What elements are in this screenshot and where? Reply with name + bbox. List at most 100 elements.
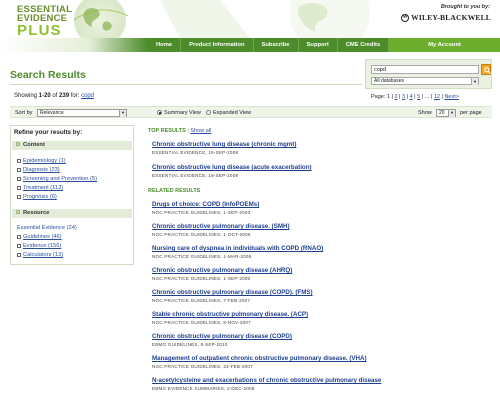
checkbox-icon[interactable] [17,177,21,181]
sort-select[interactable]: Relevance ▼ [37,109,127,117]
pager-page-5[interactable]: 5 [417,94,420,100]
pager-next[interactable]: Next> [444,94,459,100]
result-title-link[interactable]: Drugs of choice: COPD (InfoPOEMs) [152,201,492,208]
refine-title: Refine your results by: [14,129,83,136]
result-title-link[interactable]: Chronic obstructive pulmonary disease (A… [152,267,492,274]
facet-heading-content-label: Content [23,142,45,148]
facet-treatment[interactable]: Treatment (113) [17,185,63,192]
result-title-link[interactable]: Chronic obstructive pulmonary disease (C… [152,333,492,340]
result-item: Drugs of choice: COPD (InfoPOEMs) NGC PR… [152,201,492,215]
facet-calculators[interactable]: Calculators (13) [17,252,63,259]
logo-line-3: PLUS [17,22,62,38]
facet-screening-prevention[interactable]: Screening and Prevention (5) [17,176,97,183]
result-item: Chronic obstructive pulmonary disease (C… [152,333,492,347]
checkbox-icon[interactable] [17,159,21,163]
summary-total: 239 [59,93,70,99]
facet-heading-resource[interactable]: Resource [12,209,132,218]
facet-label[interactable]: Epidemiology (1) [23,158,66,164]
facet-heading-content[interactable]: Content [12,141,132,150]
summary-view-radio[interactable] [157,110,162,115]
summary-of: of [50,93,60,99]
related-results-label: RELATED RESULTS [148,188,201,194]
pager-page-3[interactable]: 3 [402,94,405,100]
result-item: Management of outpatient chronic obstruc… [152,355,492,369]
facet-label[interactable]: Essential Evidence (24) [17,225,77,231]
result-title-link[interactable]: Nursing care of dyspnea in individuals w… [152,245,492,252]
checkbox-icon[interactable] [17,195,21,199]
facet-label[interactable]: Prognosis (6) [23,194,57,200]
result-item: Chronic obstructive lung disease (chroni… [152,141,492,155]
pager-page-2[interactable]: 2 [394,94,397,100]
pager-page-4[interactable]: 4 [410,94,413,100]
result-title-link[interactable]: Chronic obstructive lung disease (acute … [152,164,492,171]
show-all-link[interactable]: Show all [190,128,211,134]
result-source: EBMG EVIDENCE SUMMARIES, 2-DEC-2008 [152,385,255,391]
facet-evidence[interactable]: Evidence (156) [17,243,61,250]
facet-label[interactable]: Screening and Prevention (5) [23,176,97,182]
sort-label: Sort by [15,109,33,116]
collapse-icon [16,142,20,147]
main-nav: Home Product Information Subscribe Suppo… [148,38,500,52]
result-item: Chronic obstructive pulmonary disease (C… [152,289,492,303]
facet-label[interactable]: Evidence (156) [23,243,61,249]
nav-subscribe[interactable]: Subscribe [252,38,298,52]
result-source: NGC PRACTICE GUIDELINES, 1-SEP-2003 [152,209,251,215]
result-item: Chronic obstructive lung disease (acute … [152,164,492,178]
collapse-icon [16,210,20,215]
chevron-down-icon: ▼ [471,78,478,85]
checkbox-icon[interactable] [17,244,21,248]
facet-essential-evidence[interactable]: Essential Evidence (24) [17,225,77,232]
database-select[interactable]: All databases ▼ [371,77,479,85]
checkbox-icon[interactable] [17,186,21,190]
facet-label[interactable]: Treatment (113) [23,185,63,191]
checkbox-icon[interactable] [17,235,21,239]
nav-home[interactable]: Home [148,38,180,52]
nav-support[interactable]: Support [297,38,337,52]
nav-product-information[interactable]: Product Information [180,38,252,52]
summary-view-label[interactable]: Summary View [164,110,201,116]
brought-by-text: Brought to you by: [440,4,490,10]
facet-diagnosis[interactable]: Diagnosis (23) [17,167,60,174]
top-results-title: TOP RESULTS [148,128,186,134]
result-title-link[interactable]: Chronic obstructive lung disease (chroni… [152,141,492,148]
result-title-link[interactable]: Management of outpatient chronic obstruc… [152,355,492,362]
search-input[interactable]: copd [371,65,479,74]
chevron-down-icon: ▼ [119,110,126,117]
search-panel: copd All databases ▼ [365,59,492,89]
facet-label[interactable]: Guidelines (46) [23,234,62,240]
title-divider [10,84,362,85]
facet-label[interactable]: Calculators (13) [23,252,63,258]
result-title-link[interactable]: Chronic obstructive pulmonary disease. (… [152,223,492,230]
facet-prognosis[interactable]: Prognosis (6) [17,194,57,201]
result-source: NGC PRACTICE GUIDELINES, 22-FEB-2007 [152,363,253,369]
expanded-view-radio[interactable] [206,110,211,115]
facet-guidelines[interactable]: Guidelines (46) [17,234,62,241]
summary-for: for: [69,93,82,99]
pager-page-last[interactable]: 12 [434,94,440,100]
result-source: EBMG GUIDELINES, 8-SEP-2010 [152,341,228,347]
result-item: Nursing care of dyspnea in individuals w… [152,245,492,259]
per-page-select[interactable]: 20 ▼ [436,109,456,117]
result-title-link[interactable]: N-acetylcysteine and exacerbations of ch… [152,377,492,384]
summary-query-link[interactable]: copd [81,93,94,99]
result-title-link[interactable]: Chronic obstructive pulmonary disease (C… [152,289,492,296]
checkbox-icon[interactable] [17,253,21,257]
facet-label[interactable]: Diagnosis (23) [23,167,60,173]
essential-evidence-plus-logo[interactable]: ESSENTIAL EVIDENCE PLUS [17,5,72,38]
site-header: ESSENTIAL EVIDENCE PLUS Brought to you b… [0,0,500,38]
checkbox-icon[interactable] [17,168,21,172]
nav-cme-credits[interactable]: CME Credits [336,38,388,52]
wiley-blackwell-logo[interactable]: W WILEY-BLACKWELL [401,13,491,23]
per-page-value: 20 [439,110,445,116]
result-item: Stable chronic obstructive pulmonary dis… [152,311,492,325]
facet-heading-resource-label: Resource [23,210,50,216]
expanded-view-label[interactable]: Expanded View [213,110,251,116]
refine-sidebar: Refine your results by: Content Epidemio… [10,125,134,265]
facet-epidemiology[interactable]: Epidemiology (1) [17,158,66,165]
result-source: NGC PRACTICE GUIDELINES, 6-NOV-2007 [152,319,251,325]
summary-prefix: Showing [14,93,39,99]
show-label: Show [418,109,432,116]
search-button[interactable] [481,64,491,75]
nav-my-account[interactable]: My Account [388,38,500,52]
result-title-link[interactable]: Stable chronic obstructive pulmonary dis… [152,311,492,318]
